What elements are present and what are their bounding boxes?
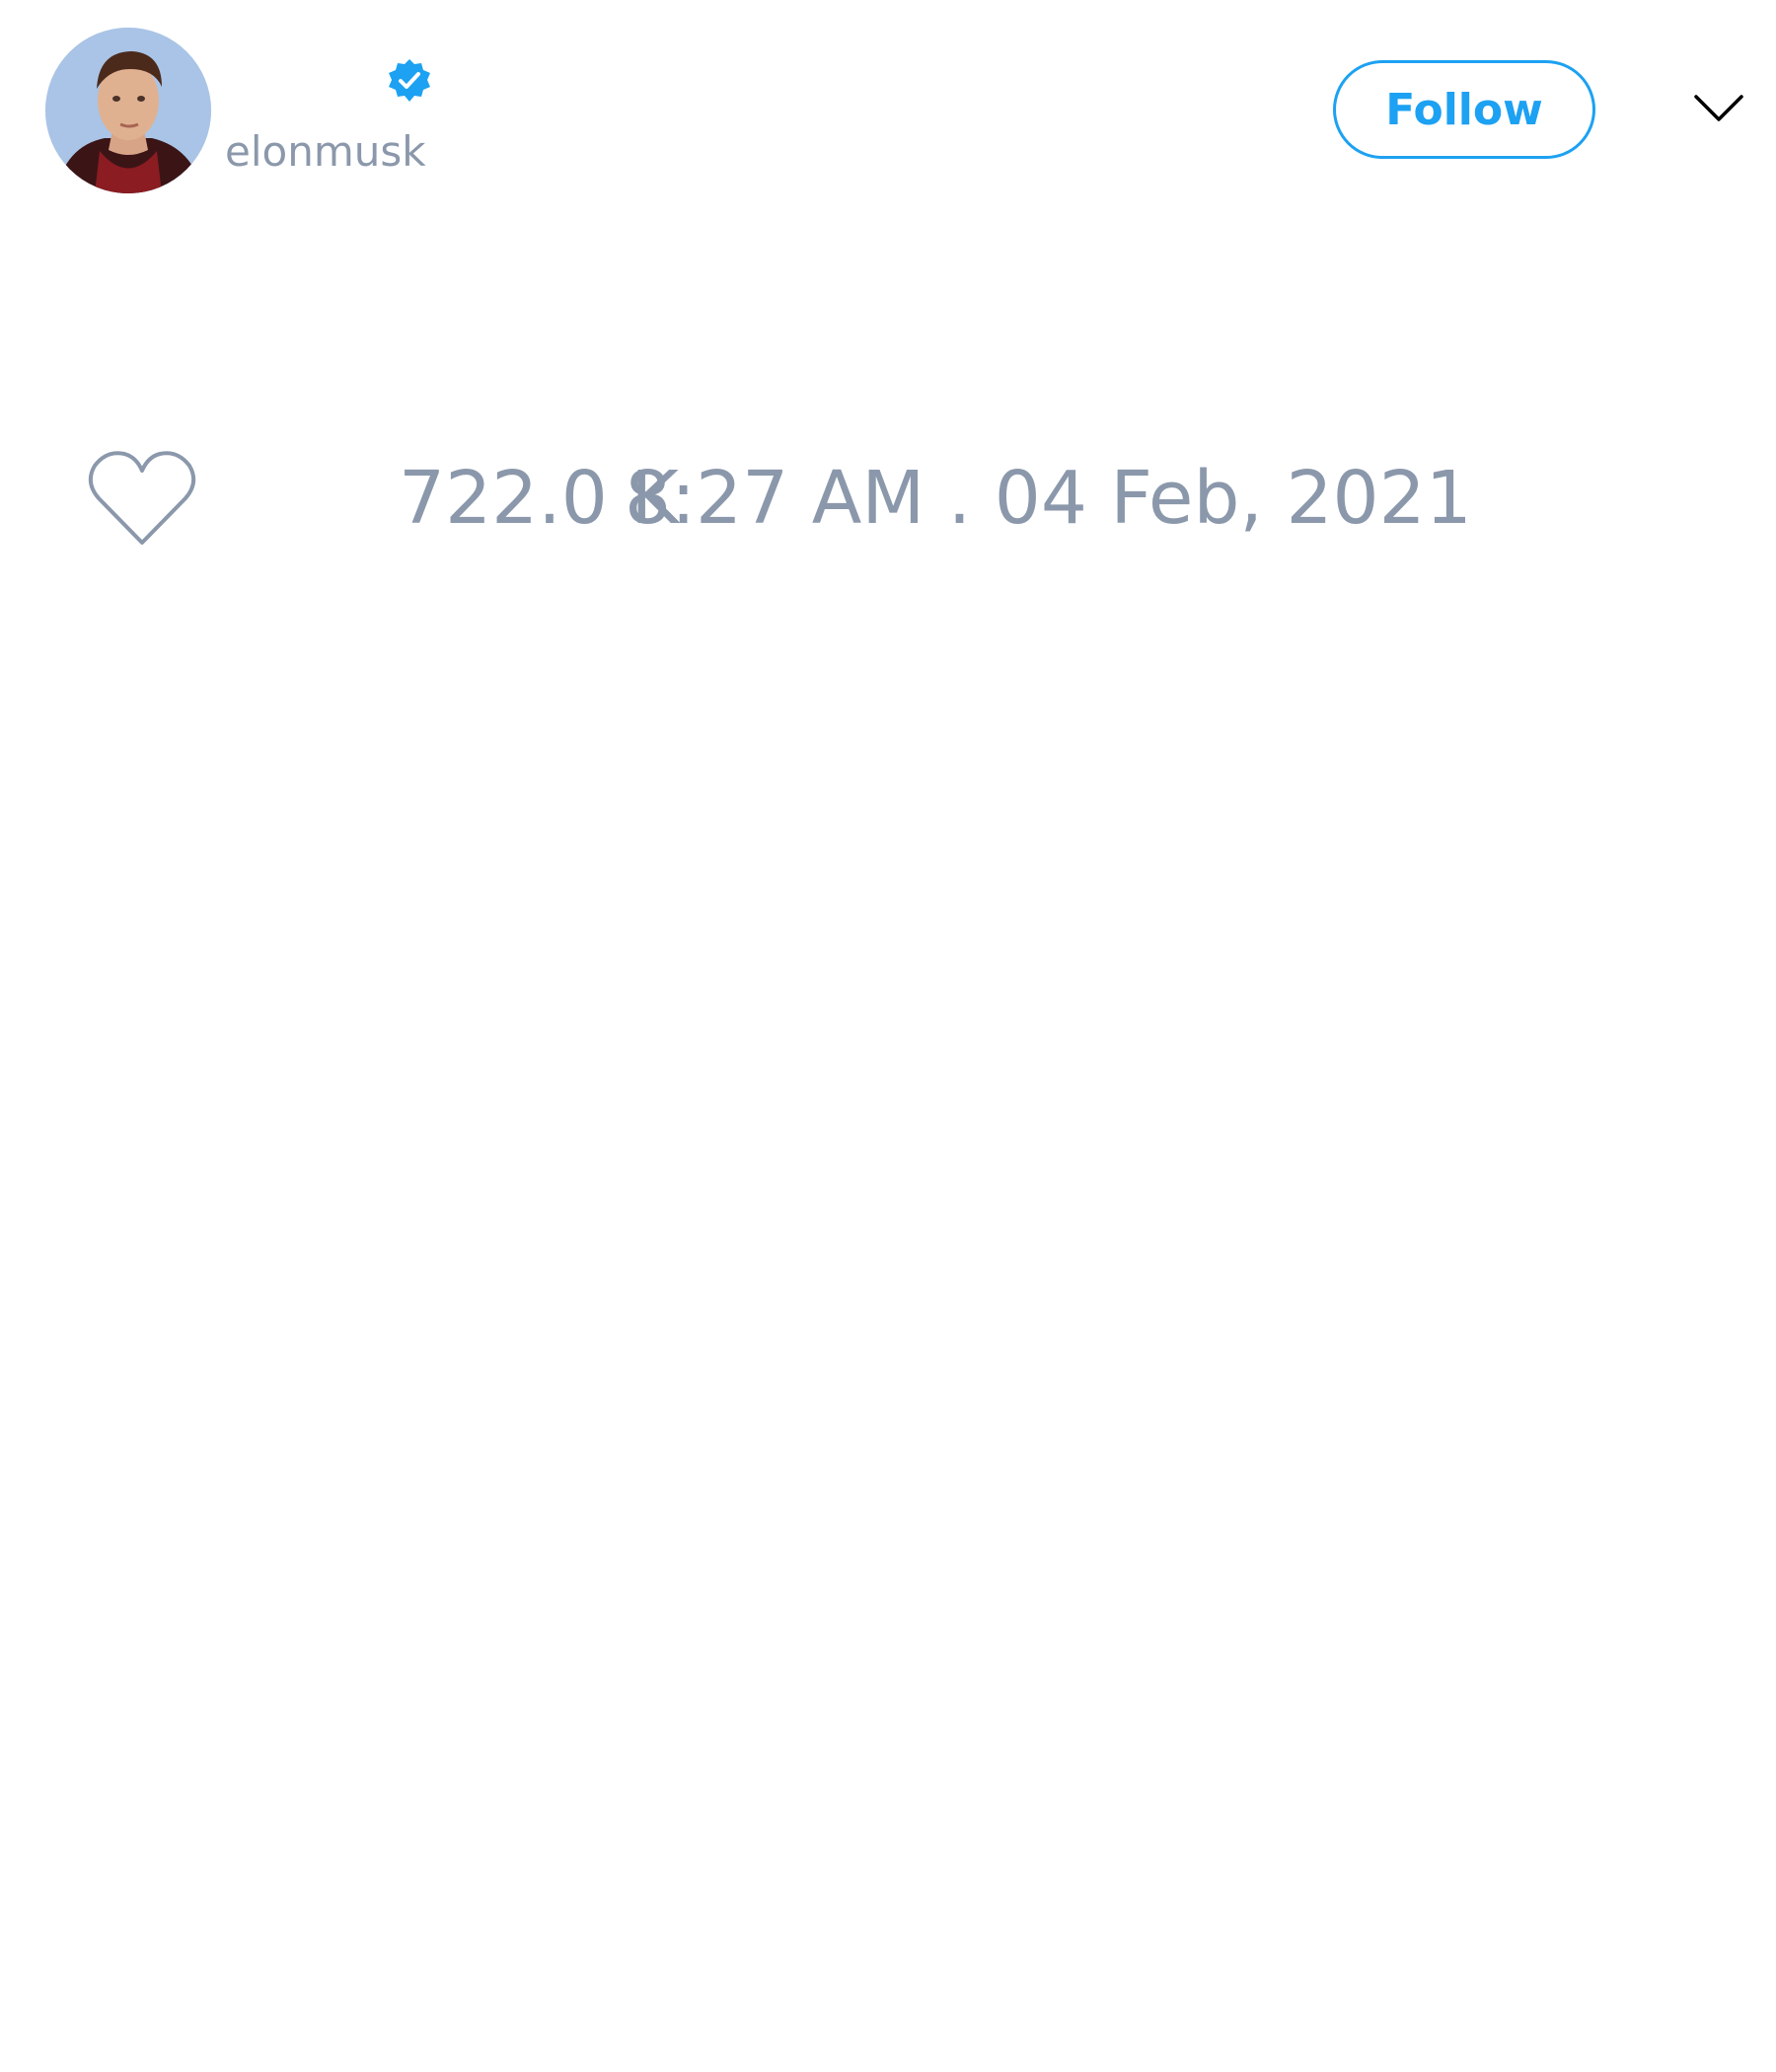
timestamp[interactable]: 8:27 AM . 04 Feb, 2021 [625, 444, 1472, 553]
display-name[interactable] [225, 57, 373, 105]
avatar[interactable] [45, 28, 211, 193]
avatar-image [45, 28, 211, 193]
chevron-down-icon[interactable] [1693, 91, 1744, 126]
follow-button[interactable]: Follow [1333, 60, 1595, 159]
tweet-footer: 722.0 K 8:27 AM . 04 Feb, 2021 [87, 444, 1472, 553]
username[interactable]: elonmusk [225, 126, 426, 178]
tweet-card: elonmusk Follow 722.0 K 8:27 AM . 04 Feb… [0, 0, 1776, 2072]
heart-icon[interactable] [87, 449, 197, 548]
verified-badge-icon [386, 57, 433, 105]
